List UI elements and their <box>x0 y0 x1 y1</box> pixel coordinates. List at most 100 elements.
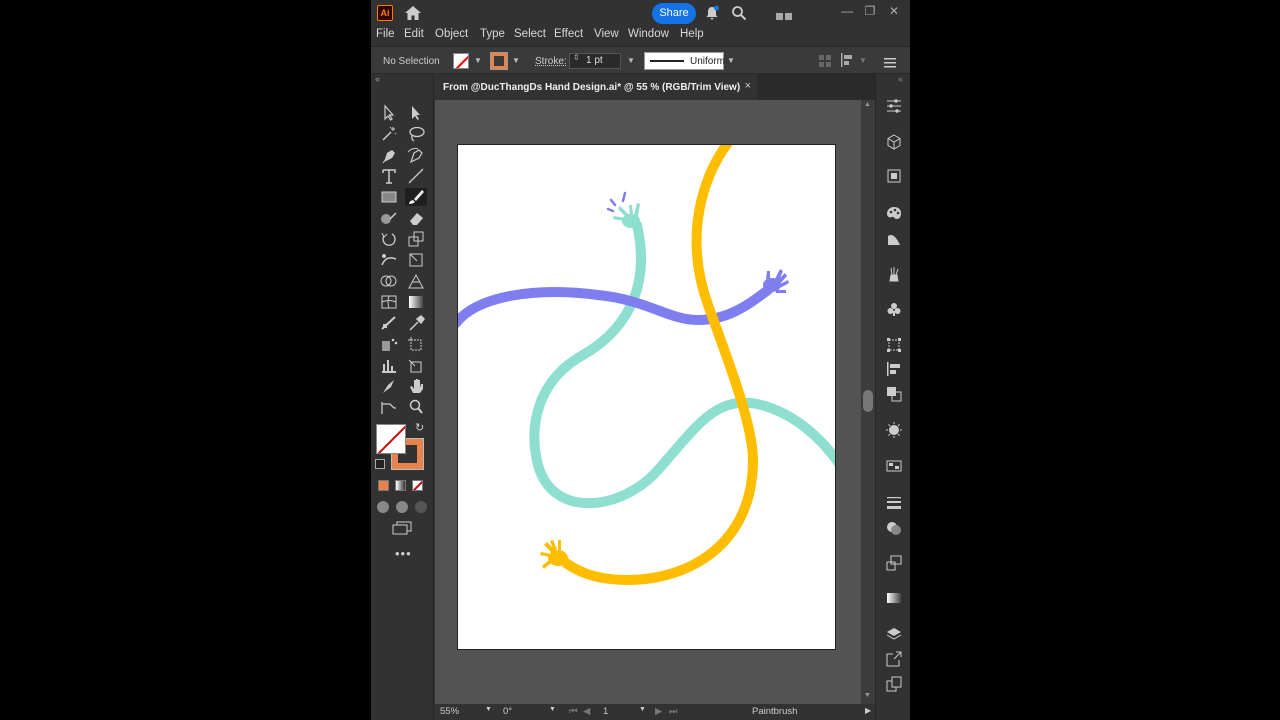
align-panel-icon[interactable] <box>886 361 902 377</box>
symbols-icon[interactable] <box>886 301 902 317</box>
magic-wand-tool-icon[interactable] <box>378 125 400 143</box>
expand-panels-icon[interactable]: « <box>898 74 903 84</box>
export-icon[interactable] <box>886 651 902 667</box>
stroke-swatch[interactable] <box>490 52 508 70</box>
stroke-weight-field[interactable]: ⇕ 1 pt <box>569 53 621 69</box>
artboard-number[interactable]: 1 <box>603 706 608 717</box>
menu-help[interactable]: Help <box>680 28 704 40</box>
fill-swatch[interactable] <box>453 53 469 69</box>
shaper-tool-icon[interactable] <box>378 209 400 227</box>
eraser-tool-icon[interactable] <box>405 209 427 227</box>
width-tool-icon[interactable] <box>378 398 400 416</box>
stroke-weight-dropdown-icon[interactable]: ▼ <box>627 56 635 65</box>
vertical-scrollbar[interactable]: ▲ ▼ <box>861 100 875 704</box>
current-tool-status[interactable]: Paintbrush <box>752 706 797 717</box>
line-segment-tool-icon[interactable] <box>405 167 427 185</box>
menu-effect[interactable]: Effect <box>554 28 583 40</box>
menu-object[interactable]: Object <box>435 28 468 40</box>
align-icon[interactable] <box>819 54 831 67</box>
properties-panel-icon[interactable] <box>886 98 902 114</box>
close-tab-icon[interactable]: × <box>745 80 751 92</box>
default-colors-icon[interactable] <box>375 459 385 469</box>
blend-tool-icon[interactable] <box>378 314 400 332</box>
color-panel-icon[interactable] <box>886 205 902 221</box>
variable-width-profile[interactable]: Uniform <box>644 52 725 70</box>
gradient-mode-icon[interactable] <box>395 480 406 491</box>
curvature-tool-icon[interactable] <box>405 146 427 164</box>
rectangle-tool-icon[interactable] <box>378 188 400 206</box>
scale-tool-icon[interactable] <box>405 230 427 248</box>
graph-tool-icon[interactable] <box>378 356 400 374</box>
stroke-panel-icon[interactable] <box>886 494 902 510</box>
graphic-styles-icon[interactable] <box>886 458 902 474</box>
swap-colors-icon[interactable]: ↻ <box>415 421 424 434</box>
restore-button[interactable]: ❐ <box>859 2 881 20</box>
gradient-panel-icon[interactable] <box>886 590 902 606</box>
artboard-dropdown-icon[interactable]: ▼ <box>639 706 646 713</box>
transparency-icon[interactable] <box>886 520 902 536</box>
scroll-up-icon[interactable]: ▲ <box>864 101 871 108</box>
zoom-level[interactable]: 55% <box>440 706 459 717</box>
brushes-icon[interactable] <box>886 266 902 282</box>
next-artboard-icon[interactable]: ▶ <box>655 706 662 717</box>
align-left-icon[interactable] <box>841 53 855 67</box>
hand-tool-icon[interactable] <box>405 377 427 395</box>
stepper-icon[interactable]: ⇕ <box>573 53 580 62</box>
fill-color-none[interactable] <box>376 424 406 454</box>
vertical-scroll-thumb[interactable] <box>863 390 873 412</box>
zoom-dropdown-icon[interactable]: ▼ <box>485 706 492 713</box>
rotation-value[interactable]: 0° <box>503 706 512 717</box>
canvas-area[interactable] <box>435 100 861 704</box>
last-artboard-icon[interactable]: ⏭ <box>669 706 678 717</box>
status-menu-icon[interactable]: ▶ <box>865 706 871 715</box>
notifications-bell-icon[interactable] <box>704 5 720 21</box>
3d-materials-icon[interactable] <box>886 134 902 150</box>
type-tool-icon[interactable] <box>378 167 400 185</box>
menu-type[interactable]: Type <box>480 28 505 40</box>
libraries-icon[interactable] <box>886 168 902 184</box>
purple-arm-stroke[interactable] <box>458 285 773 328</box>
transform-icon[interactable] <box>886 337 902 353</box>
draw-behind-icon[interactable] <box>396 501 408 513</box>
eyedropper-tool-icon[interactable] <box>405 314 427 332</box>
color-guide-icon[interactable] <box>886 231 902 247</box>
puppet-warp-tool-icon[interactable] <box>378 251 400 269</box>
home-icon[interactable] <box>403 4 423 22</box>
stroke-label[interactable]: Stroke: <box>535 56 567 67</box>
yellow-arm-stroke[interactable] <box>561 145 759 586</box>
free-transform-tool-icon[interactable] <box>405 251 427 269</box>
image-trace-icon[interactable] <box>886 555 902 571</box>
selection-tool-icon[interactable] <box>378 104 400 122</box>
menu-edit[interactable]: Edit <box>404 28 424 40</box>
screen-mode-icon[interactable] <box>391 521 413 535</box>
draw-normal-icon[interactable] <box>377 501 389 513</box>
menu-view[interactable]: View <box>594 28 619 40</box>
paintbrush-tool-icon[interactable] <box>405 188 427 206</box>
artboard[interactable] <box>457 144 836 650</box>
collapse-panels-icon[interactable]: « <box>375 74 380 84</box>
draw-inside-icon[interactable] <box>415 501 427 513</box>
menu-window[interactable]: Window <box>628 28 669 40</box>
appearance-icon[interactable] <box>886 422 902 438</box>
gradient-tool-icon[interactable] <box>405 293 427 311</box>
pathfinder-icon[interactable] <box>886 386 902 402</box>
color-mode-icon[interactable] <box>378 480 389 491</box>
artboard-tool-icon[interactable] <box>405 335 427 353</box>
fill-dropdown-icon[interactable]: ▼ <box>474 56 482 65</box>
close-window-button[interactable]: ✕ <box>883 2 905 20</box>
panel-menu-icon[interactable] <box>884 55 896 68</box>
artboards-panel-icon[interactable] <box>886 676 902 692</box>
arrange-documents-icon[interactable] <box>776 8 792 20</box>
rotate-tool-icon[interactable] <box>378 230 400 248</box>
direct-selection-tool-icon[interactable] <box>405 104 427 122</box>
minimize-button[interactable]: — <box>836 2 858 20</box>
knife-tool-icon[interactable] <box>378 377 400 395</box>
pen-tool-icon[interactable] <box>378 146 400 164</box>
previous-artboard-icon[interactable]: ◀ <box>583 706 590 717</box>
menu-file[interactable]: File <box>376 28 395 40</box>
menu-select[interactable]: Select <box>514 28 546 40</box>
lasso-tool-icon[interactable] <box>405 125 427 143</box>
edit-toolbar-icon[interactable]: ••• <box>395 546 412 561</box>
symbol-sprayer-tool-icon[interactable] <box>378 335 400 353</box>
scroll-down-icon[interactable]: ▼ <box>864 692 871 699</box>
